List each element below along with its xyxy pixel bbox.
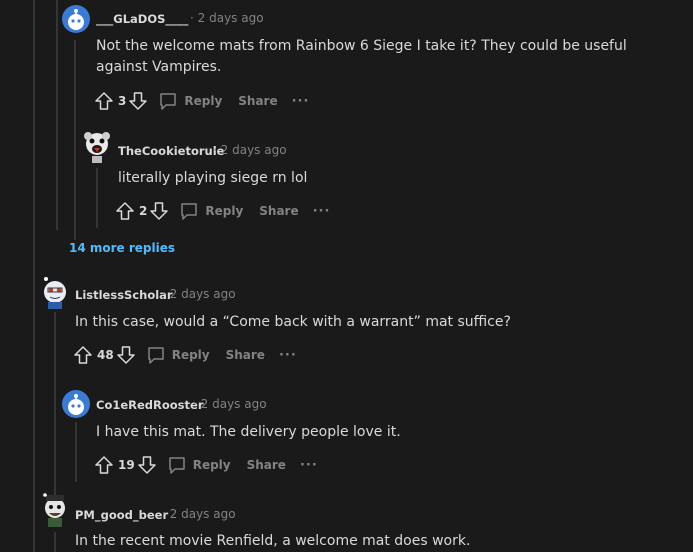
thread-line[interactable] bbox=[75, 422, 77, 482]
comment-icon bbox=[160, 93, 177, 110]
downvote-icon[interactable] bbox=[128, 91, 148, 111]
avatar[interactable] bbox=[40, 493, 70, 527]
comment-icon bbox=[181, 203, 198, 220]
comment-actions: 3 Reply Share ··· bbox=[94, 89, 309, 113]
upvote-icon[interactable] bbox=[94, 455, 114, 475]
thread-line[interactable] bbox=[96, 168, 98, 228]
thread-line[interactable] bbox=[54, 312, 56, 512]
avatar[interactable] bbox=[82, 130, 112, 164]
comment-actions: 2 Reply Share ··· bbox=[115, 199, 330, 223]
comment-icon bbox=[147, 347, 164, 364]
time-text: 2 days ago bbox=[169, 507, 236, 521]
reply-button[interactable]: Reply bbox=[179, 201, 243, 221]
separator: · bbox=[213, 143, 217, 157]
share-button[interactable]: Share bbox=[238, 94, 277, 108]
time-text: 2 days ago bbox=[197, 11, 264, 25]
avatar[interactable] bbox=[62, 5, 90, 33]
time-text: 2 days ago bbox=[220, 143, 287, 157]
avatar[interactable] bbox=[62, 390, 90, 418]
comment-body: In the recent movie Renfield, a welcome … bbox=[75, 533, 471, 549]
downvote-icon[interactable] bbox=[149, 201, 169, 221]
reply-button[interactable]: Reply bbox=[146, 345, 210, 365]
thread-line[interactable] bbox=[56, 0, 58, 230]
separator: · bbox=[190, 11, 194, 25]
more-options-icon[interactable]: ··· bbox=[292, 94, 310, 109]
more-options-icon[interactable]: ··· bbox=[313, 204, 331, 219]
more-options-icon[interactable]: ··· bbox=[279, 348, 297, 363]
reply-button[interactable]: Reply bbox=[158, 91, 222, 111]
share-button[interactable]: Share bbox=[226, 348, 265, 362]
reply-button[interactable]: Reply bbox=[167, 455, 231, 475]
timestamp[interactable]: · 2 days ago bbox=[162, 287, 236, 301]
comment-actions: 48 Reply Share ··· bbox=[73, 343, 297, 367]
timestamp[interactable]: · 2 days ago bbox=[190, 11, 264, 25]
separator: · bbox=[162, 287, 166, 301]
comment-body: Not the welcome mats from Rainbow 6 Sieg… bbox=[96, 38, 627, 75]
more-options-icon[interactable]: ··· bbox=[300, 458, 318, 473]
vote-count: 2 bbox=[139, 204, 148, 218]
upvote-icon[interactable] bbox=[73, 345, 93, 365]
downvote-icon[interactable] bbox=[137, 455, 157, 475]
username[interactable]: Co1eRedRooster bbox=[96, 398, 204, 412]
thread-line[interactable] bbox=[33, 0, 35, 552]
vote-count: 19 bbox=[118, 458, 135, 472]
vote-count: 48 bbox=[97, 348, 114, 362]
separator: · bbox=[162, 507, 166, 521]
username[interactable]: PM_good_beer bbox=[75, 508, 168, 522]
comment-body: I have this mat. The delivery people lov… bbox=[96, 424, 401, 440]
time-text: 2 days ago bbox=[169, 287, 236, 301]
username[interactable]: TheCookietorule bbox=[118, 144, 224, 158]
more-replies-link[interactable]: 14 more replies bbox=[69, 241, 175, 255]
comment-icon bbox=[168, 457, 185, 474]
share-button[interactable]: Share bbox=[247, 458, 286, 472]
upvote-icon[interactable] bbox=[94, 91, 114, 111]
upvote-icon[interactable] bbox=[115, 201, 135, 221]
timestamp[interactable]: · 2 days ago bbox=[213, 143, 287, 157]
comment-body: literally playing siege rn lol bbox=[118, 170, 308, 186]
username[interactable]: ___GLaDOS____ bbox=[96, 12, 188, 26]
username[interactable]: ListlessScholar bbox=[75, 288, 173, 302]
thread-line[interactable] bbox=[74, 40, 76, 240]
time-text: 2 days ago bbox=[200, 397, 267, 411]
thread-line[interactable] bbox=[54, 532, 56, 552]
separator: · bbox=[193, 397, 197, 411]
timestamp[interactable]: · 2 days ago bbox=[162, 507, 236, 521]
comment-actions: 19 Reply Share ··· bbox=[94, 453, 318, 477]
downvote-icon[interactable] bbox=[116, 345, 136, 365]
vote-count: 3 bbox=[118, 94, 127, 108]
comment-body: In this case, would a “Come back with a … bbox=[75, 314, 511, 330]
timestamp[interactable]: · 2 days ago bbox=[193, 397, 267, 411]
avatar[interactable] bbox=[40, 275, 70, 309]
share-button[interactable]: Share bbox=[259, 204, 298, 218]
